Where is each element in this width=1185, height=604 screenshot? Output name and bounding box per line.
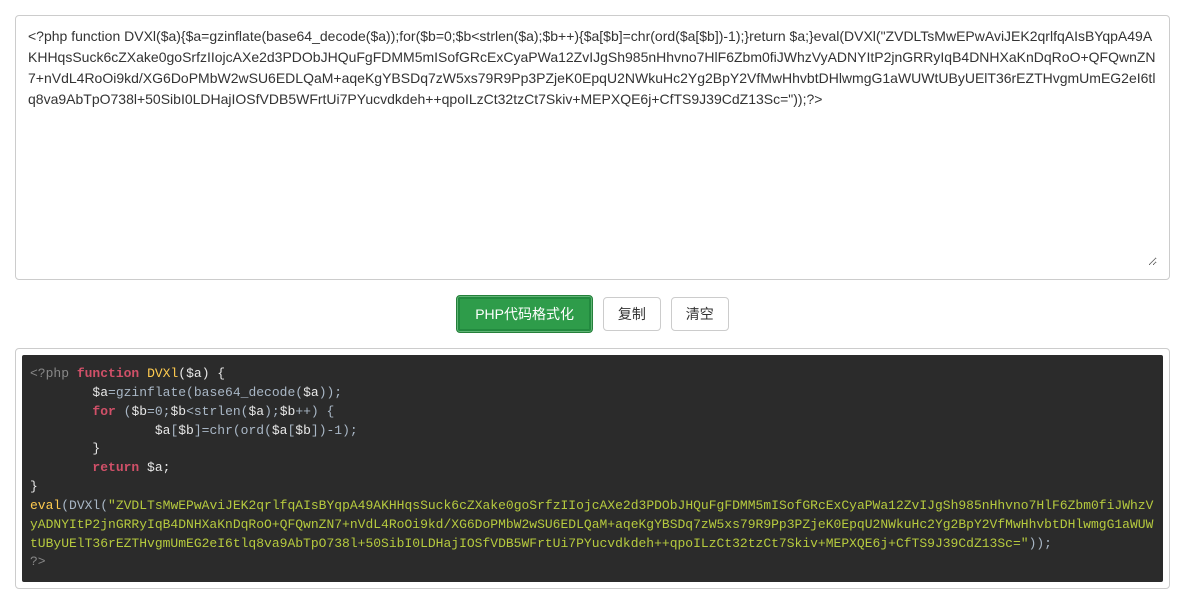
code-text: =0; [147, 404, 170, 419]
func-eval: eval [30, 498, 61, 513]
var-b: $b [280, 404, 296, 419]
button-row: PHP代码格式化 复制 清空 [15, 295, 1170, 333]
code-text: <strlen( [186, 404, 248, 419]
keyword-return: return [92, 460, 139, 475]
output-container: <?php function DVXl($a) { $a=gzinflate(b… [15, 348, 1170, 589]
clear-button[interactable]: 清空 [671, 297, 729, 331]
var-a: $a [272, 423, 288, 438]
formatted-output: <?php function DVXl($a) { $a=gzinflate(b… [22, 355, 1163, 582]
php-open-tag: <?php [30, 366, 69, 381]
close-brace: } [92, 441, 100, 456]
var-a: $a [92, 385, 108, 400]
var-a: $a [147, 460, 163, 475]
code-text: =gzinflate(base64_decode( [108, 385, 303, 400]
string-literal: "ZVDLTsMwEPwAviJEK2qrlfqAIsBYqpA49AKHHqs… [30, 498, 1153, 551]
code-text: ++) { [295, 404, 334, 419]
code-text: )); [319, 385, 342, 400]
func-name: DVXl [147, 366, 178, 381]
keyword-for: for [92, 404, 115, 419]
punct: ( [178, 366, 186, 381]
var-a: $a [186, 366, 202, 381]
code-text: ); [264, 404, 280, 419]
var-b: $b [131, 404, 147, 419]
punct: ) { [202, 366, 225, 381]
code-text: (DVXl( [61, 498, 108, 513]
var-b: $b [170, 404, 186, 419]
close-brace: } [30, 479, 38, 494]
php-close-tag: ?> [30, 554, 46, 569]
var-b: $b [295, 423, 311, 438]
input-container [15, 15, 1170, 280]
format-button[interactable]: PHP代码格式化 [456, 295, 593, 333]
var-a: $a [303, 385, 319, 400]
code-text: ( [116, 404, 132, 419]
var-b: $b [178, 423, 194, 438]
punct: ; [163, 460, 171, 475]
code-text: ]=chr(ord( [194, 423, 272, 438]
keyword-function: function [77, 366, 139, 381]
code-text: ])-1); [311, 423, 358, 438]
php-input[interactable] [28, 26, 1157, 266]
code-text: )); [1029, 536, 1052, 551]
var-a: $a [155, 423, 171, 438]
var-a: $a [248, 404, 264, 419]
copy-button[interactable]: 复制 [603, 297, 661, 331]
